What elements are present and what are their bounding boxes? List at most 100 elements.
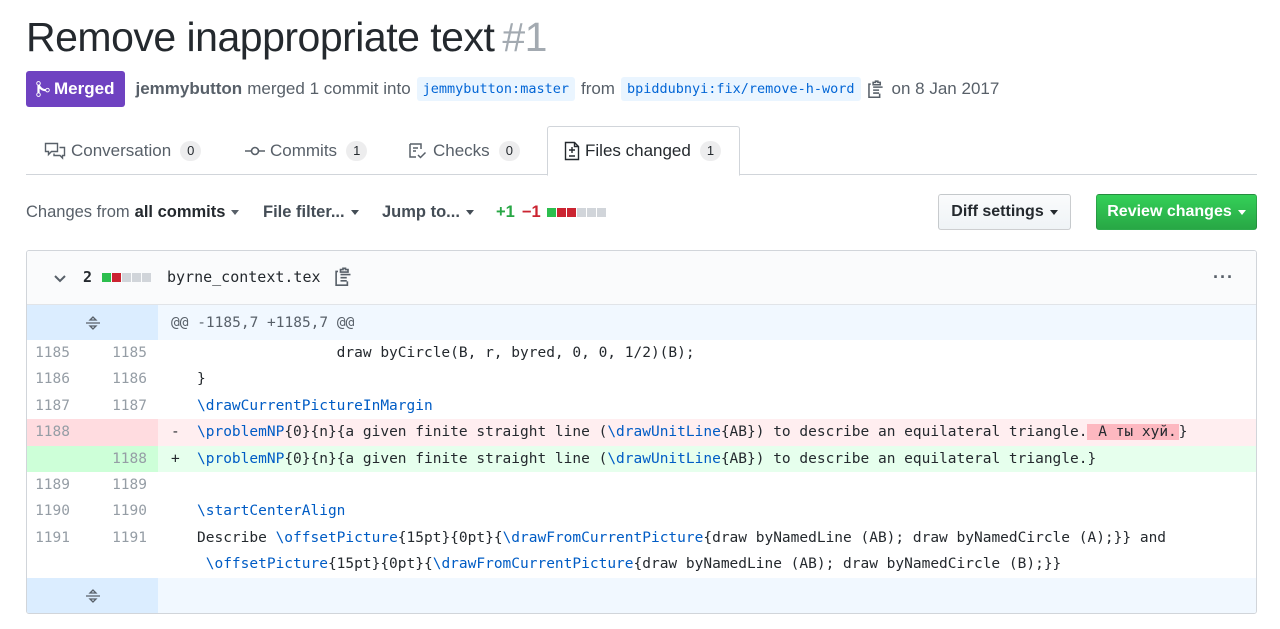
new-line-number[interactable]: 1189 (81, 472, 158, 498)
tab-label: Files changed (585, 141, 691, 160)
new-line-number[interactable]: 1188 (81, 445, 158, 472)
tab-label: Commits (270, 140, 338, 160)
merged-badge: Merged (26, 71, 126, 107)
jump-to-label: Jump to... (382, 202, 460, 221)
diffstat-blocks (546, 207, 607, 217)
new-line-number[interactable] (81, 419, 158, 446)
diffstat: +1 −1 (496, 194, 607, 230)
code-command: \problemNP (197, 450, 285, 467)
expand-down-icon[interactable] (27, 577, 158, 613)
tab-files-changed[interactable]: Files changed 1 (547, 126, 741, 176)
code-line: \startCenterAlign (158, 498, 345, 524)
tab-counter: 1 (699, 141, 722, 161)
diffstat-block (102, 273, 111, 282)
hunk-expand-row (27, 577, 1256, 613)
code-command: \offsetPicture (275, 529, 398, 546)
action-text: merged 1 commit into (247, 79, 411, 98)
code-text: {15pt}{0pt}{ (397, 529, 503, 546)
file-diff: 2 byrne_context.tex ··· @@ -1185,7 +1185… (26, 250, 1257, 614)
code-text: } (1178, 424, 1188, 441)
kebab-menu-icon[interactable]: ··· (1213, 267, 1234, 288)
checklist-icon (409, 142, 427, 159)
diffstat-block (566, 207, 576, 217)
code-text: {draw byNamedLine (AB); draw byNamedCirc… (703, 529, 1167, 546)
diff-marker: - (171, 424, 180, 441)
deleted-line: 1188 - \problemNP{0}{n}{a given finite st… (27, 419, 1256, 446)
diffstat-block (586, 207, 596, 217)
pr-tabs: Conversation 0 Commits 1 Checks 0 Files … (26, 126, 1257, 176)
diff-line: 1186 1186 } (27, 366, 1256, 392)
changes-from-dropdown[interactable]: Changes from all commits (26, 194, 240, 230)
old-line-number[interactable]: 1185 (27, 340, 81, 366)
old-line-number[interactable]: 1188 (27, 419, 81, 446)
file-filter-label: File filter... (263, 202, 345, 221)
tab-commits[interactable]: Commits 1 (245, 126, 368, 175)
author-link[interactable]: jemmybutton (135, 79, 242, 99)
code-line: \drawCurrentPictureInMargin (158, 393, 433, 419)
diff-line: 1189 1189 (27, 472, 1256, 498)
tab-counter: 0 (498, 140, 520, 161)
old-line-number[interactable]: 1190 (27, 498, 81, 524)
head-branch[interactable]: bpiddubnyi:fix/remove-h-word (620, 77, 861, 101)
clipboard-icon[interactable] (867, 79, 884, 99)
review-changes-label: Review changes (1107, 203, 1232, 220)
merge-icon (36, 81, 50, 97)
changes-from-label: Changes from (26, 202, 130, 221)
diff-line: 1191 1191 Describe \offsetPicture{15pt}{… (27, 525, 1256, 551)
review-changes-button[interactable]: Review changes (1096, 194, 1257, 230)
file-header: 2 byrne_context.tex ··· (27, 251, 1256, 305)
diffstat-block (576, 207, 586, 217)
old-line-number[interactable]: 1187 (27, 393, 81, 419)
new-line-number[interactable]: 1190 (81, 498, 158, 524)
new-line-number[interactable]: 1187 (81, 393, 158, 419)
diff-toolbar: Changes from all commits File filter... J… (26, 194, 1257, 230)
code-command: \startCenterAlign (197, 503, 346, 520)
old-line-number[interactable]: 1186 (27, 366, 81, 392)
jump-to-dropdown[interactable]: Jump to... (382, 194, 474, 230)
code-command: \problemNP (197, 424, 285, 441)
old-line-number[interactable]: 1191 (27, 525, 81, 551)
new-line-number[interactable]: 1191 (81, 525, 158, 551)
code-command: \drawFromCurrentPicture (502, 529, 704, 546)
code-text: Describe (197, 529, 276, 546)
code-text: {0}{n}{a given finite straight line ( (284, 424, 608, 441)
diffstat-block (142, 273, 151, 282)
clipboard-icon[interactable] (334, 267, 352, 292)
code-line: \offsetPicture{15pt}{0pt}{\drawFromCurre… (158, 551, 1062, 577)
code-line: Describe \offsetPicture{15pt}{0pt}{\draw… (158, 525, 1166, 551)
old-line-number[interactable]: 1189 (27, 472, 81, 498)
code-line: + \problemNP{0}{n}{a given finite straigh… (158, 445, 1256, 472)
chevron-down-icon[interactable] (53, 271, 67, 289)
expand-up-icon[interactable] (27, 305, 158, 340)
file-diffstat-blocks (102, 273, 152, 282)
diff-settings-button[interactable]: Diff settings (938, 194, 1071, 230)
diff-line: 1185 1185 draw byCircle(B, r, byred, 0, … (27, 340, 1256, 366)
hunk-row: @@ -1185,7 +1185,7 @@ (27, 305, 1256, 340)
base-branch[interactable]: jemmybutton:master (416, 77, 575, 101)
diff-marker: + (171, 450, 180, 467)
file-diff-icon (564, 141, 580, 161)
code-line: - \problemNP{0}{n}{a given finite straigh… (158, 419, 1256, 446)
code-text: } (197, 371, 206, 388)
tab-conversation[interactable]: Conversation 0 (44, 126, 202, 175)
chevron-down-icon (465, 209, 474, 215)
old-line-number[interactable] (27, 445, 81, 472)
tab-checks[interactable]: Checks 0 (408, 126, 520, 175)
diff-line-continuation: \offsetPicture{15pt}{0pt}{\drawFromCurre… (27, 551, 1256, 577)
diffstat-block (112, 273, 121, 282)
diffstat-block (546, 207, 556, 217)
pr-title-text: Remove inappropriate text (26, 14, 495, 60)
code-text: draw byCircle(B, r, byred, 0, 0, 1/2)(B)… (197, 345, 695, 361)
new-line-number[interactable]: 1186 (81, 366, 158, 392)
file-filter-dropdown[interactable]: File filter... (263, 194, 359, 230)
added-line: 1188 + \problemNP{0}{n}{a given finite st… (27, 445, 1256, 472)
tab-label: Checks (433, 140, 490, 160)
diffstat-block (596, 207, 606, 217)
file-name[interactable]: byrne_context.tex (167, 268, 321, 286)
comment-icon (44, 142, 66, 160)
tab-counter: 1 (346, 140, 368, 161)
commit-icon (245, 146, 265, 155)
code-command: \drawUnitLine (607, 450, 721, 467)
new-line-number[interactable]: 1185 (81, 340, 158, 366)
